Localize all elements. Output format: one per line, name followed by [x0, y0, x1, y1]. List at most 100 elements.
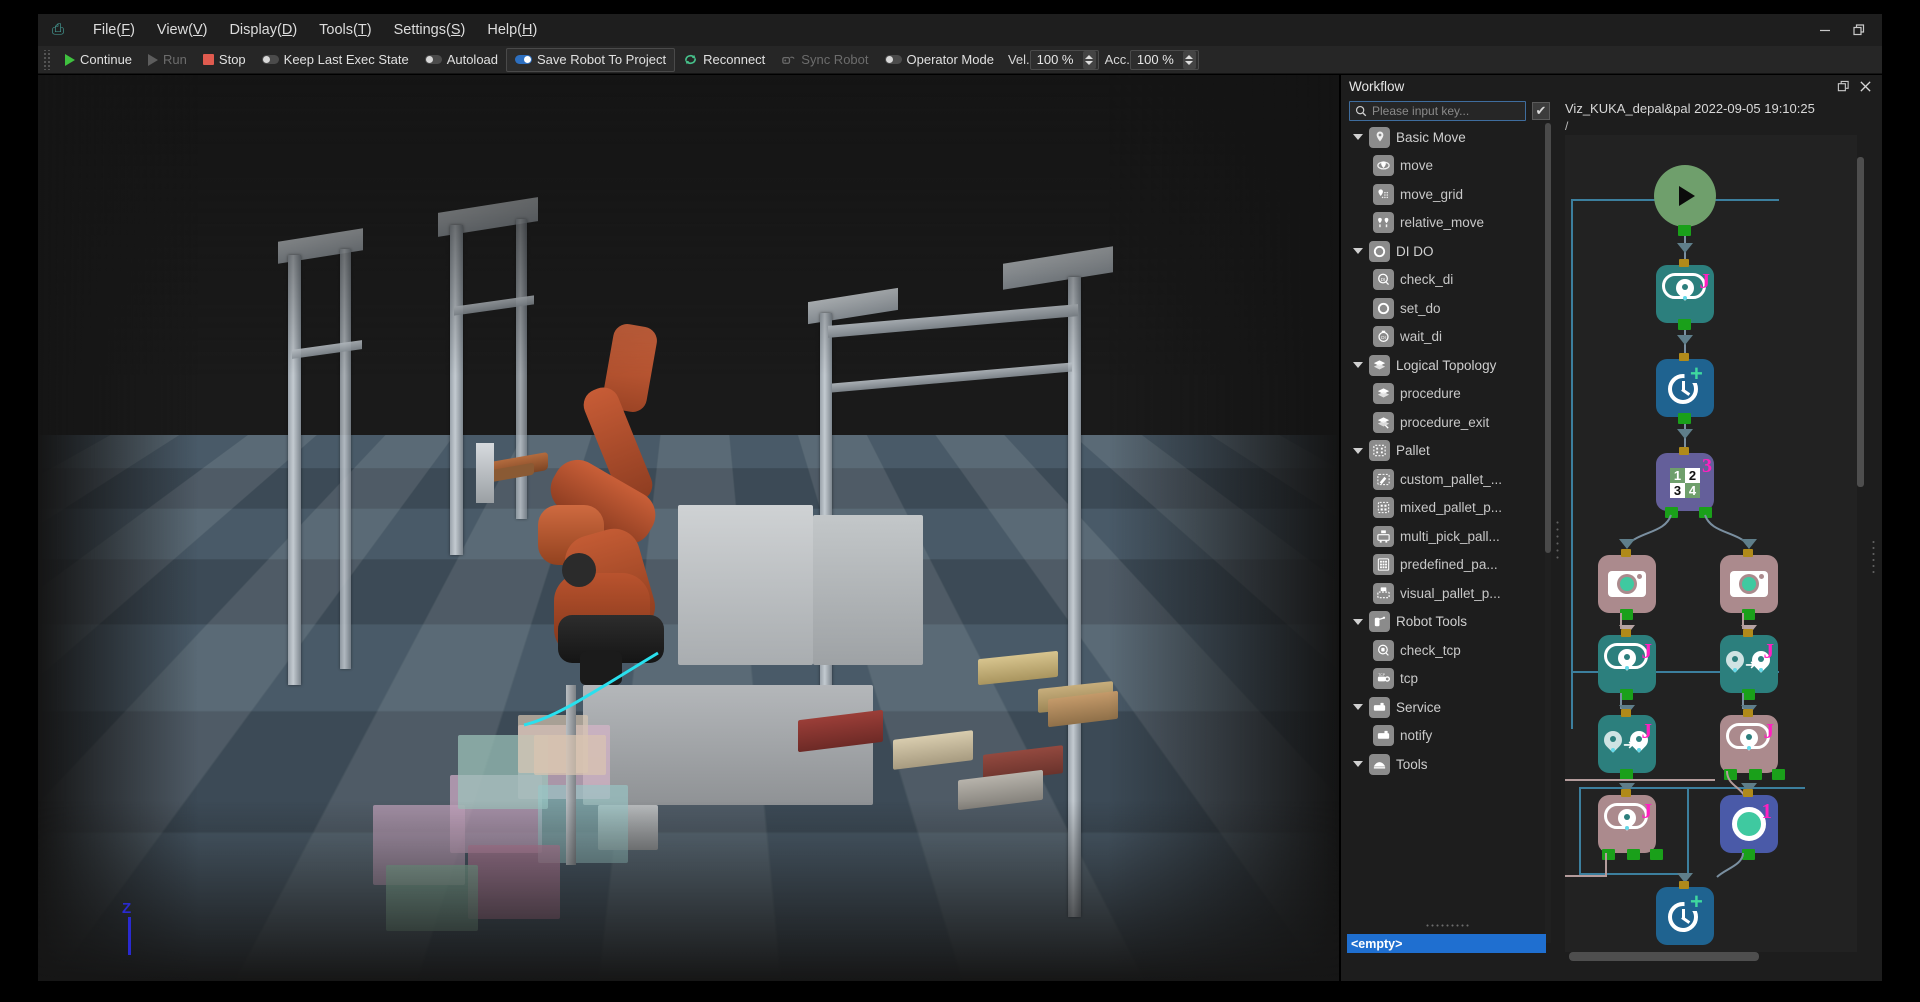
set-do-node[interactable]: 1: [1720, 795, 1778, 853]
workflow-horizontal-scrollbar[interactable]: [1565, 952, 1859, 961]
camera-node-1-in-port[interactable]: [1621, 549, 1631, 557]
tree-group-logical-topology[interactable]: Logical Topology: [1347, 351, 1546, 380]
velocity-stepper[interactable]: 100 %: [1029, 49, 1099, 70]
toolbar-grip[interactable]: [43, 49, 52, 70]
tree-item-procedure-exit[interactable]: procedure_exit: [1347, 408, 1546, 437]
close-icon[interactable]: [1856, 77, 1874, 95]
chevron-down-icon[interactable]: [1353, 362, 1363, 369]
tree-scrollbar[interactable]: [1545, 123, 1551, 943]
workflow-resize-grip[interactable]: [1871, 539, 1876, 573]
move-node-2-in-port[interactable]: [1621, 629, 1631, 637]
tree-item-visual-pallet[interactable]: visual_pallet_p...: [1347, 579, 1546, 608]
menu-file[interactable]: File(F): [82, 18, 146, 42]
relative-move-node-2-in-port[interactable]: [1621, 709, 1631, 717]
wait-node-2-in-port[interactable]: [1679, 881, 1689, 889]
tree-item-procedure[interactable]: procedure: [1347, 380, 1546, 409]
move-node-4-in-port[interactable]: [1621, 789, 1631, 797]
tree-item-multi-pick-pallet[interactable]: multi_pick_pall...: [1347, 522, 1546, 551]
tree-scrollbar-thumb[interactable]: [1545, 123, 1551, 553]
tree-group-pallet[interactable]: Pallet: [1347, 437, 1546, 466]
tree-item-move-grid[interactable]: move_grid: [1347, 180, 1546, 209]
pallet-node[interactable]: 1234 3: [1656, 453, 1714, 511]
tree-group-di-do[interactable]: DI DO: [1347, 237, 1546, 266]
sync-robot-button[interactable]: Sync Robot: [773, 48, 876, 72]
relative-move-node-2[interactable]: ➜ J: [1598, 715, 1656, 773]
chevron-down-icon[interactable]: [1353, 704, 1363, 711]
acceleration-spin-arrows[interactable]: [1182, 50, 1196, 69]
camera-node-1[interactable]: [1598, 555, 1656, 613]
tree-item-move[interactable]: move: [1347, 152, 1546, 181]
menu-help[interactable]: Help(H): [476, 18, 548, 42]
set-do-node-in-port[interactable]: [1743, 789, 1753, 797]
menu-view[interactable]: View(V): [146, 18, 219, 42]
operator-mode-toggle[interactable]: Operator Mode: [877, 48, 1002, 72]
node-library-tree[interactable]: Basic Move move move_grid relative_move …: [1347, 123, 1546, 943]
move-node-1[interactable]: J: [1656, 265, 1714, 323]
robot-3d-viewport[interactable]: Z: [38, 75, 1339, 981]
tree-resize-handle[interactable]: [1425, 923, 1469, 929]
camera-node-2-in-port[interactable]: [1743, 549, 1753, 557]
chevron-down-icon[interactable]: [1353, 761, 1363, 768]
workflow-horizontal-scrollbar-thumb[interactable]: [1569, 952, 1759, 961]
wait-node-1[interactable]: +: [1656, 359, 1714, 417]
tree-item-set-do[interactable]: set_do: [1347, 294, 1546, 323]
wait-node-2[interactable]: +: [1656, 887, 1714, 945]
search-filter-checkbox[interactable]: ✔: [1532, 102, 1550, 120]
tree-item-tcp[interactable]: TCP tcp: [1347, 665, 1546, 694]
workflow-vertical-scrollbar-thumb[interactable]: [1857, 157, 1864, 487]
pallet-node-in-port[interactable]: [1679, 447, 1689, 455]
run-button[interactable]: Run: [140, 48, 195, 72]
wait-node-1-in-port[interactable]: [1679, 353, 1689, 361]
minimize-button[interactable]: [1808, 16, 1842, 44]
move-node-4-out-port-1[interactable]: [1602, 849, 1615, 860]
restore-button[interactable]: [1842, 16, 1876, 44]
chevron-down-icon[interactable]: [1353, 134, 1363, 141]
move-node-1-out-port[interactable]: [1678, 319, 1691, 330]
tree-item-wait-di[interactable]: DI wait_di: [1347, 323, 1546, 352]
reconnect-button[interactable]: Reconnect: [675, 48, 773, 72]
start-node[interactable]: [1654, 165, 1716, 227]
tree-group-basic-move[interactable]: Basic Move: [1347, 123, 1546, 152]
search-input[interactable]: Please input key...: [1349, 101, 1526, 121]
continue-button[interactable]: Continue: [57, 48, 140, 72]
save-robot-to-project-toggle[interactable]: Save Robot To Project: [506, 47, 676, 72]
move-node-4-out-port-3[interactable]: [1650, 849, 1663, 860]
tree-empty-row[interactable]: <empty>: [1347, 934, 1546, 953]
menu-display[interactable]: Display(D): [218, 18, 308, 42]
tree-item-mixed-pallet[interactable]: mixed_pallet_p...: [1347, 494, 1546, 523]
move-node-4[interactable]: J: [1598, 795, 1656, 853]
move-node-1-in-port[interactable]: [1679, 259, 1689, 267]
tree-item-check-tcp[interactable]: check_tcp: [1347, 636, 1546, 665]
acceleration-stepper[interactable]: 100 %: [1129, 49, 1199, 70]
float-icon[interactable]: [1834, 77, 1852, 95]
velocity-spin-arrows[interactable]: [1082, 50, 1096, 69]
keep-last-exec-state-toggle[interactable]: Keep Last Exec State: [254, 48, 417, 72]
start-node-out-port[interactable]: [1678, 225, 1691, 236]
tree-item-custom-pallet[interactable]: custom_pallet_...: [1347, 465, 1546, 494]
wait-node-1-out-port[interactable]: [1678, 413, 1691, 424]
tree-item-check-di[interactable]: DI check_di: [1347, 266, 1546, 295]
stop-button[interactable]: Stop: [195, 48, 254, 72]
menu-settings[interactable]: Settings(S): [383, 18, 477, 42]
chevron-down-icon[interactable]: [1353, 248, 1363, 255]
workflow-vertical-scrollbar[interactable]: [1857, 135, 1864, 955]
chevron-down-icon[interactable]: [1353, 447, 1363, 454]
dock-splitter[interactable]: [1554, 99, 1561, 973]
tree-group-service[interactable]: Service: [1347, 693, 1546, 722]
move-node-2[interactable]: J: [1598, 635, 1656, 693]
menu-tools[interactable]: Tools(T): [308, 18, 382, 42]
tree-item-predefined-pallet[interactable]: predefined_pa...: [1347, 551, 1546, 580]
tree-group-robot-tools[interactable]: Robot Tools: [1347, 608, 1546, 637]
workflow-canvas[interactable]: J + 1234 3 J ➜ J ➜ J J J 1 +: [1565, 135, 1859, 955]
move-node-3-in-port[interactable]: [1743, 709, 1753, 717]
autoload-toggle[interactable]: Autoload: [417, 48, 506, 72]
relative-move-node-1-in-port[interactable]: [1743, 629, 1753, 637]
move-node-3[interactable]: J: [1720, 715, 1778, 773]
tree-item-relative-move[interactable]: relative_move: [1347, 209, 1546, 238]
move-node-4-out-port-2[interactable]: [1627, 849, 1640, 860]
tree-item-notify[interactable]: notify: [1347, 722, 1546, 751]
camera-node-2[interactable]: [1720, 555, 1778, 613]
relative-move-node-1[interactable]: ➜ J: [1720, 635, 1778, 693]
chevron-down-icon[interactable]: [1353, 618, 1363, 625]
tree-group-tools[interactable]: Tools: [1347, 750, 1546, 779]
